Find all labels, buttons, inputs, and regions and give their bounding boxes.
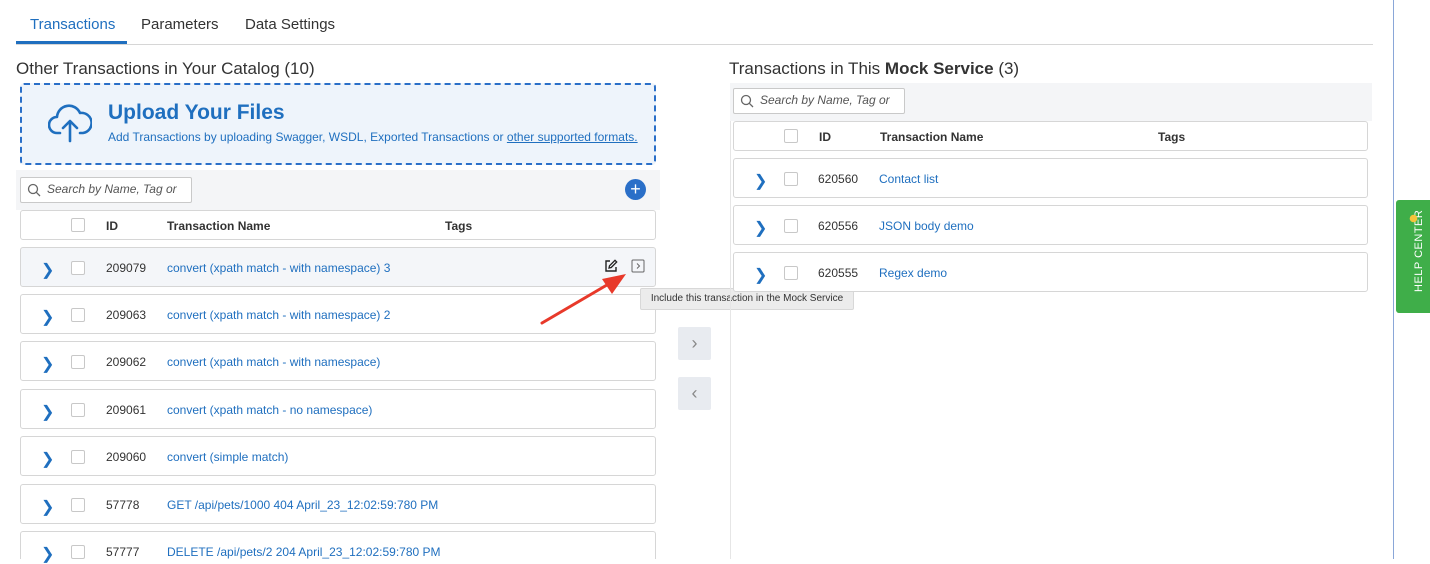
row-checkbox[interactable]	[71, 545, 85, 559]
table-row[interactable]: ❯ 620560 Contact list	[733, 158, 1368, 198]
right-table-header: ID Transaction Name Tags	[733, 121, 1368, 151]
hand-icon	[1409, 214, 1418, 223]
row-name-link[interactable]: Contact list	[879, 172, 938, 186]
row-checkbox[interactable]	[71, 261, 85, 275]
row-checkbox[interactable]	[784, 266, 798, 280]
row-checkbox[interactable]	[71, 498, 85, 512]
row-id: 620560	[818, 172, 859, 186]
chevron-right-icon[interactable]: ❯	[41, 307, 54, 327]
column-tags: Tags	[445, 219, 473, 233]
mock-service-title-bold: Mock Service	[884, 59, 994, 78]
column-transaction-name: Transaction Name	[880, 130, 984, 144]
upload-subtitle-text: Add Transactions by uploading Swagger, W…	[108, 130, 507, 144]
row-name-link[interactable]: DELETE /api/pets/2 204 April_23_12:02:59…	[167, 545, 441, 559]
chevron-right-icon[interactable]: ❯	[41, 544, 54, 564]
chevron-right-icon[interactable]: ❯	[41, 449, 54, 469]
supported-formats-link[interactable]: other supported formats.	[507, 130, 638, 144]
table-row[interactable]: ❯ 209060 convert (simple match)	[20, 436, 656, 476]
column-transaction-name: Transaction Name	[167, 219, 271, 233]
row-name-link[interactable]: convert (xpath match - with namespace)	[167, 355, 380, 369]
help-center-button[interactable]: HELP CENTER	[1396, 200, 1430, 313]
table-row[interactable]: ❯ 57777 DELETE /api/pets/2 204 April_23_…	[20, 531, 656, 563]
right-search-field[interactable]	[733, 88, 905, 114]
table-row[interactable]: ❯ 209062 convert (xpath match - with nam…	[20, 341, 656, 381]
search-icon	[27, 183, 41, 197]
row-id: 209062	[106, 355, 147, 369]
row-id: 620556	[818, 219, 859, 233]
row-id: 209079	[106, 261, 147, 275]
mock-service-title: Transactions in This Mock Service (3)	[729, 59, 1019, 79]
annotation-arrow-icon	[540, 274, 626, 325]
chevron-right-icon[interactable]: ❯	[754, 218, 767, 238]
window-edge	[1393, 0, 1394, 559]
tab-parameters[interactable]: Parameters	[141, 16, 219, 33]
left-table-header: ID Transaction Name Tags	[20, 210, 656, 240]
tab-transactions[interactable]: Transactions	[30, 16, 115, 33]
right-search-input[interactable]	[758, 92, 892, 108]
row-checkbox[interactable]	[71, 355, 85, 369]
upload-title: Upload Your Files	[108, 101, 285, 124]
select-all-checkbox[interactable]	[784, 129, 798, 143]
chevron-right-icon[interactable]: ❯	[41, 354, 54, 374]
row-id: 57778	[106, 498, 140, 512]
upload-dropzone[interactable]: Upload Your Files Add Transactions by up…	[20, 83, 656, 165]
row-name-link[interactable]: convert (xpath match - with namespace) 2	[167, 308, 390, 322]
table-row[interactable]: ❯ 57778 GET /api/pets/1000 404 April_23_…	[20, 484, 656, 524]
row-name-link[interactable]: convert (xpath match - no namespace)	[167, 403, 372, 417]
table-row[interactable]: ❯ 620556 JSON body demo	[733, 205, 1368, 245]
column-id: ID	[819, 130, 831, 144]
row-name-link[interactable]: JSON body demo	[879, 219, 974, 233]
mock-service-title-suffix: (3)	[993, 59, 1020, 78]
row-id: 620555	[818, 266, 859, 280]
row-name-link[interactable]: convert (xpath match - with namespace) 3	[167, 261, 390, 275]
cloud-upload-icon	[48, 104, 92, 143]
mock-service-title-prefix: Transactions in This	[729, 59, 885, 78]
row-id: 57777	[106, 545, 140, 559]
add-transaction-button[interactable]: +	[625, 179, 646, 200]
search-icon	[740, 94, 754, 108]
table-row[interactable]: ❯ 209061 convert (xpath match - no names…	[20, 389, 656, 429]
row-name-link[interactable]: GET /api/pets/1000 404 April_23_12:02:59…	[167, 498, 438, 512]
left-search-field[interactable]	[20, 177, 192, 203]
row-id: 209061	[106, 403, 147, 417]
catalog-title: Other Transactions in Your Catalog (10)	[16, 59, 315, 78]
tab-bar: Transactions Parameters Data Settings	[16, 0, 1373, 45]
chevron-right-icon[interactable]: ❯	[754, 265, 767, 285]
row-checkbox[interactable]	[784, 172, 798, 186]
row-name-link[interactable]: Regex demo	[879, 266, 947, 280]
row-checkbox[interactable]	[784, 219, 798, 233]
chevron-right-icon[interactable]: ❯	[754, 171, 767, 191]
row-name-link[interactable]: convert (simple match)	[167, 450, 288, 464]
row-id: 209060	[106, 450, 147, 464]
row-checkbox[interactable]	[71, 450, 85, 464]
row-id: 209063	[106, 308, 147, 322]
move-right-button[interactable]: ›	[678, 327, 711, 360]
row-checkbox[interactable]	[71, 308, 85, 322]
chevron-right-icon[interactable]: ❯	[41, 497, 54, 517]
tab-data-settings[interactable]: Data Settings	[245, 16, 335, 33]
table-row[interactable]: ❯ 620555 Regex demo	[733, 252, 1368, 292]
column-tags: Tags	[1158, 130, 1186, 144]
column-id: ID	[106, 219, 118, 233]
right-panel-border	[730, 121, 731, 559]
chevron-right-icon[interactable]: ❯	[41, 260, 54, 280]
chevron-right-icon[interactable]: ❯	[41, 402, 54, 422]
upload-subtitle: Add Transactions by uploading Swagger, W…	[108, 130, 638, 144]
row-checkbox[interactable]	[71, 403, 85, 417]
active-tab-indicator	[16, 41, 127, 44]
select-all-checkbox[interactable]	[71, 218, 85, 232]
left-search-input[interactable]	[45, 181, 179, 197]
move-left-button[interactable]: ‹	[678, 377, 711, 410]
